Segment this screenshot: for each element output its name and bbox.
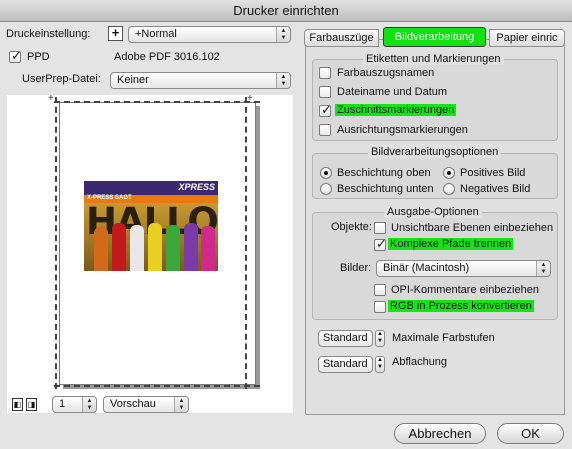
objects-label: Objekte: — [331, 221, 372, 233]
preview-image: XPRESS X-PRESS SAGT HALLO — [84, 181, 218, 271]
coating-bottom-radio[interactable] — [320, 183, 332, 195]
add-preset-plus-icon[interactable]: + — [108, 26, 123, 41]
userprep-select[interactable]: Keiner ▲ ▼ — [110, 72, 291, 89]
cancel-button[interactable]: Abbrechen — [394, 423, 486, 444]
person-figure — [201, 226, 215, 271]
page-number-select[interactable]: 1 ▲ ▼ — [52, 396, 97, 413]
complex-paths-label: Komplexe Pfade trennen — [388, 238, 514, 250]
userprep-label: UserPrep-Datei: — [22, 73, 101, 85]
window-title: Drucker einrichten — [0, 0, 572, 22]
page-number-value: 1 — [59, 398, 66, 410]
filename-date-checkbox[interactable] — [319, 86, 331, 98]
flatten-select[interactable]: Standard — [318, 356, 373, 373]
tab-label: Bildverarbeitung — [394, 31, 475, 43]
coating-top-label: Beschichtung oben — [337, 167, 431, 179]
crop-line-left — [55, 97, 57, 389]
invisible-layers-checkbox[interactable] — [374, 222, 386, 234]
flatten-label: Abflachung — [392, 356, 448, 368]
ppd-label: PPD — [27, 51, 50, 63]
processing-group-title: Bildverarbeitungsoptionen — [368, 146, 502, 158]
chevron-updown-icon: ▲ ▼ — [276, 27, 290, 42]
separation-names-checkbox[interactable] — [319, 67, 331, 79]
registration-marks-label: Ausrichtungsmarkierungen — [337, 124, 468, 136]
person-figure — [94, 227, 108, 271]
ok-button[interactable]: OK — [497, 423, 564, 444]
coating-bottom-label: Beschichtung unten — [337, 183, 434, 195]
person-figure — [148, 223, 162, 271]
crop-line-right — [245, 97, 247, 389]
chevron-updown-icon: ▲ ▼ — [174, 397, 188, 412]
chevron-updown-icon: ▲ ▼ — [82, 397, 96, 412]
chevron-updown-icon: ▲ ▼ — [276, 73, 290, 88]
images-select-value: Binär (Macintosh) — [383, 262, 470, 274]
chevron-updown-icon: ▲ ▼ — [536, 261, 550, 276]
tab-label: Farbauszüge — [309, 32, 374, 44]
ok-button-label: OK — [521, 426, 540, 441]
crop-marks-label: Zuschnittsmarkierungen — [335, 104, 457, 116]
cancel-button-label: Abbrechen — [408, 426, 472, 441]
marks-group-title: Etiketten und Markierungen — [363, 53, 504, 65]
image-brand-text: XPRESS — [178, 182, 215, 192]
person-figure — [184, 223, 198, 271]
registration-marks-checkbox[interactable] — [319, 124, 331, 136]
output-group-title: Ausgabe-Optionen — [384, 206, 482, 218]
rgb-process-label: RGB in Prozess konvertieren — [388, 300, 534, 312]
page-right-icon[interactable]: ◨ — [26, 398, 37, 411]
crop-line-bottom — [54, 385, 260, 387]
dialog-body: Druckeinstellung: + +Normal ▲▼ PPD Adobe… — [0, 22, 572, 449]
crop-line-top — [54, 101, 260, 103]
tab-page-setup[interactable]: Papier einric — [489, 29, 565, 47]
images-select[interactable]: Binär (Macintosh) ▲ ▼ — [376, 260, 551, 277]
max-color-stepper[interactable]: ▲ ▼ — [375, 330, 385, 347]
preset-label: Druckeinstellung: — [6, 28, 91, 40]
crop-marks-checkbox[interactable] — [319, 103, 332, 118]
separation-names-label: Farbauszugsnamen — [337, 67, 435, 79]
userprep-select-value: Keiner — [117, 74, 149, 86]
negative-image-radio[interactable] — [443, 183, 455, 195]
tab-image-processing[interactable]: Bildverarbeitung — [383, 27, 486, 47]
page-preview: + + XPRESS X-PRESS SAGT HALLO — [7, 93, 293, 413]
ppd-checkbox[interactable] — [9, 49, 22, 64]
invisible-layers-label: Unsichtbare Ebenen einbeziehen — [391, 222, 554, 234]
images-label: Bilder: — [340, 262, 372, 274]
coating-top-radio[interactable] — [320, 167, 332, 179]
person-figure — [166, 225, 180, 271]
view-select[interactable]: Vorschau ▲ ▼ — [103, 396, 189, 413]
positive-image-label: Positives Bild — [460, 167, 526, 179]
opi-comments-label: OPI-Kommentare einbeziehen — [391, 284, 539, 296]
rgb-process-checkbox[interactable] — [374, 301, 386, 313]
page-left-icon[interactable]: ◧ — [12, 398, 23, 411]
view-select-value: Vorschau — [110, 398, 156, 410]
max-color-select[interactable]: Standard — [318, 330, 373, 347]
preset-select-value: +Normal — [135, 28, 177, 40]
positive-image-radio[interactable] — [443, 167, 455, 179]
ppd-value: Adobe PDF 3016.102 — [114, 51, 220, 63]
person-figure — [112, 223, 126, 271]
complex-paths-checkbox[interactable] — [374, 237, 387, 252]
flatten-stepper[interactable]: ▲ ▼ — [375, 356, 385, 373]
tab-separations[interactable]: Farbauszüge — [304, 29, 379, 47]
crop-mark-icon: + — [247, 93, 253, 104]
max-color-select-value: Standard — [323, 332, 368, 344]
tab-label: Papier einric — [496, 32, 558, 44]
crop-mark-icon: + — [48, 93, 54, 104]
filename-date-label: Dateiname und Datum — [337, 86, 448, 98]
person-figure — [130, 225, 144, 271]
negative-image-label: Negatives Bild — [460, 183, 531, 195]
opi-comments-checkbox[interactable] — [374, 284, 386, 296]
flatten-select-value: Standard — [323, 358, 368, 370]
max-color-label: Maximale Farbstufen — [392, 332, 495, 344]
preset-select[interactable]: +Normal ▲ ▼ — [128, 26, 291, 43]
